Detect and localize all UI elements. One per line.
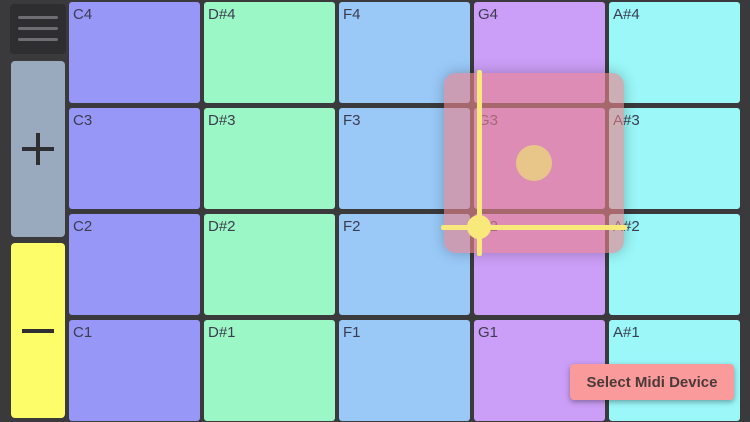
- pad-label: D#2: [208, 218, 236, 235]
- hamburger-icon-bar: [18, 27, 58, 30]
- minus-icon: [22, 328, 54, 333]
- plus-icon: [22, 133, 54, 165]
- pad-label: F1: [343, 324, 361, 341]
- xy-cursor-handle[interactable]: [467, 215, 491, 239]
- pad-label: C4: [73, 6, 93, 23]
- pad-asharp4[interactable]: A#4: [609, 2, 740, 103]
- pad-asharp2[interactable]: A#2: [609, 214, 740, 315]
- menu-button[interactable]: [10, 4, 66, 54]
- hamburger-icon: [18, 16, 58, 19]
- pad-dsharp2[interactable]: D#2: [204, 214, 335, 315]
- pad-f1[interactable]: F1: [339, 320, 470, 421]
- pad-label: F3: [343, 112, 361, 129]
- pad-c2[interactable]: C2: [69, 214, 200, 315]
- pad-label: A#4: [613, 6, 640, 23]
- pad-label: D#3: [208, 112, 236, 129]
- pad-label: C3: [73, 112, 93, 129]
- select-midi-device-button[interactable]: Select Midi Device: [570, 364, 734, 400]
- pad-label: F2: [343, 218, 361, 235]
- octave-down-button[interactable]: [11, 243, 65, 418]
- pad-c4[interactable]: C4: [69, 2, 200, 103]
- pad-dsharp1[interactable]: D#1: [204, 320, 335, 421]
- octave-up-button[interactable]: [11, 61, 65, 237]
- xy-controller[interactable]: [441, 70, 627, 256]
- pad-label: D#1: [208, 324, 236, 341]
- pad-label: C2: [73, 218, 93, 235]
- center-dot: [516, 145, 552, 181]
- pad-c3[interactable]: C3: [69, 108, 200, 209]
- pad-label: A#1: [613, 324, 640, 341]
- pad-label: G4: [478, 6, 499, 23]
- pad-label: D#4: [208, 6, 236, 23]
- pad-asharp3[interactable]: A#3: [609, 108, 740, 209]
- pad-label: F4: [343, 6, 361, 23]
- pad-label: G1: [478, 324, 499, 341]
- pad-dsharp4[interactable]: D#4: [204, 2, 335, 103]
- pad-label: C1: [73, 324, 93, 341]
- hamburger-icon-bar: [18, 38, 58, 41]
- pad-dsharp3[interactable]: D#3: [204, 108, 335, 209]
- pad-c1[interactable]: C1: [69, 320, 200, 421]
- pad-grid: C4D#4F4G4A#4C3D#3F3G3A#3C2D#2F2G2A#2C1D#…: [69, 2, 740, 421]
